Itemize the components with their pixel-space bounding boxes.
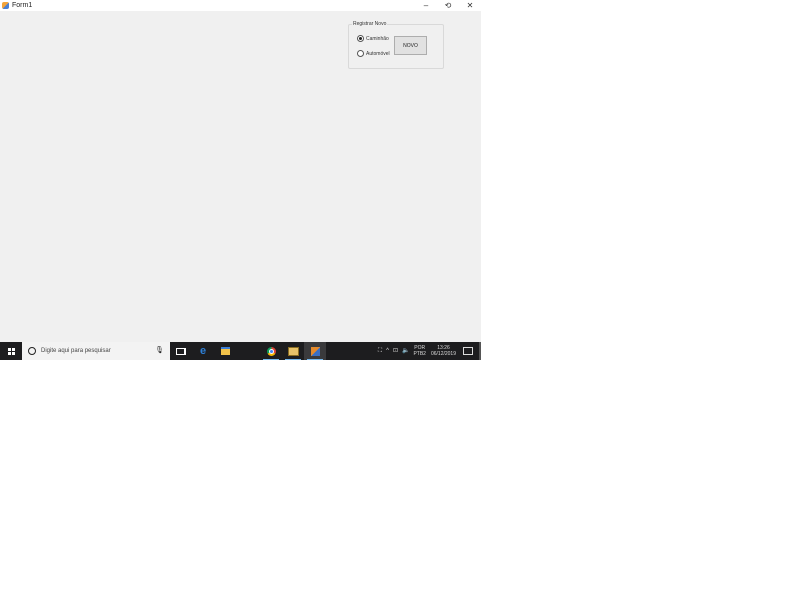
task-view-button[interactable]	[170, 342, 192, 360]
app-icon	[2, 2, 9, 9]
mail-taskbar-button[interactable]	[282, 342, 304, 360]
window-title: Form1	[12, 2, 33, 9]
running-indicator	[285, 359, 301, 360]
groupbox-title: Registrar Novo	[352, 20, 388, 28]
radio-automovel[interactable]: Automóvel	[357, 50, 390, 57]
taskbar: Digite aqui para pesquisar 🎙 e ⛶ ^ ⊡ 🔈 P…	[0, 342, 481, 360]
edge-taskbar-button[interactable]: e	[192, 342, 214, 360]
title-bar: Form1 – ⟲ ✕	[0, 0, 481, 11]
keyboard-layout: PTB2	[413, 351, 426, 357]
radio-button-icon[interactable]	[357, 50, 364, 57]
start-button[interactable]	[0, 342, 22, 360]
search-placeholder: Digite aqui para pesquisar	[41, 348, 111, 354]
windows-logo-icon	[7, 347, 15, 355]
volume-icon[interactable]: 🔈	[400, 342, 411, 360]
radio-automovel-label: Automóvel	[366, 50, 390, 57]
novo-button[interactable]: NOVO	[394, 36, 427, 55]
radio-caminhao-label: Caminhão	[366, 35, 389, 42]
taskbar-search-box[interactable]: Digite aqui para pesquisar 🎙	[22, 342, 170, 360]
folder-icon	[220, 347, 230, 355]
cortana-icon	[28, 347, 36, 355]
window-controls: – ⟲ ✕	[415, 0, 481, 11]
notification-center-icon[interactable]	[463, 347, 473, 355]
close-button[interactable]: ✕	[459, 0, 481, 11]
network-icon[interactable]: ⊡	[391, 342, 400, 360]
chevron-up-icon[interactable]: ^	[384, 342, 391, 360]
clock[interactable]: 13:26 06/12/2019	[428, 345, 459, 357]
taskbar-spacer	[236, 342, 260, 360]
minimize-button[interactable]: –	[415, 0, 437, 11]
people-icon[interactable]: ⛶	[376, 342, 384, 360]
visual-studio-taskbar-button[interactable]	[304, 342, 326, 360]
running-indicator	[263, 359, 279, 360]
running-indicator	[307, 359, 323, 360]
register-groupbox: Registrar Novo Caminhão Automóvel NOVO	[348, 20, 444, 69]
chrome-taskbar-button[interactable]	[260, 342, 282, 360]
radio-button-checked-icon[interactable]	[357, 35, 364, 42]
clock-date: 06/12/2019	[430, 351, 456, 357]
edge-icon: e	[199, 344, 207, 357]
microphone-icon[interactable]: 🎙	[155, 346, 164, 356]
chrome-icon	[266, 346, 276, 356]
show-desktop-button[interactable]	[479, 342, 481, 360]
radio-caminhao[interactable]: Caminhão	[357, 35, 389, 42]
system-tray: ⛶ ^ ⊡ 🔈 POR PTB2 13:26 06/12/2019	[376, 342, 481, 360]
task-view-icon	[176, 347, 186, 355]
maximize-button[interactable]: ⟲	[437, 0, 459, 11]
mail-icon	[287, 346, 299, 356]
language-indicator[interactable]: POR PTB2	[411, 345, 428, 357]
file-explorer-taskbar-button[interactable]	[214, 342, 236, 360]
app-window: Form1 – ⟲ ✕ Registrar Novo Caminhão Auto…	[0, 0, 481, 342]
app-window-icon	[310, 346, 320, 356]
